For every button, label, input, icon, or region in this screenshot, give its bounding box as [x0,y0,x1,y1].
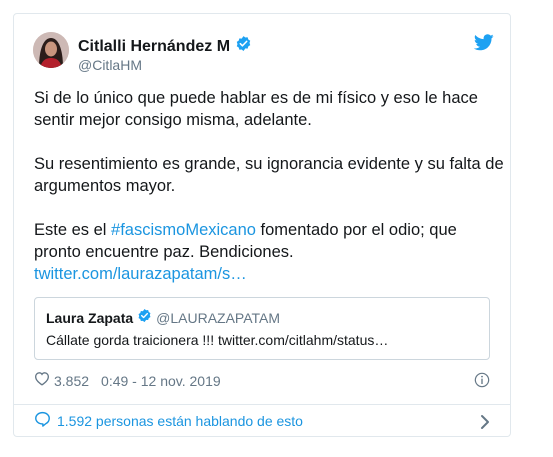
tweet-timestamp[interactable]: 0:49 - 12 nov. 2019 [101,372,221,390]
quoted-tweet-text: Cállate gorda traicionera !!! twitter.co… [46,332,389,348]
quoted-author-name: Laura Zapata [46,309,134,326]
url-link[interactable]: twitter.com/laurazapatam/s… [34,265,247,283]
conversation-link[interactable]: 1.592 personas están hablando de esto [34,411,303,431]
paragraph-text: Este es el [34,221,112,239]
avatar[interactable] [33,32,69,68]
conversation-count[interactable]: 1.592 personas están hablando de esto [57,412,303,430]
author-name[interactable]: Citlalli Hernández M [78,37,230,57]
tweet-card: Citlalli Hernández M @CitlaHM Si de lo ú… [13,13,511,437]
heart-icon[interactable] [34,371,50,390]
info-icon[interactable] [474,372,490,393]
speech-bubble-icon [34,411,51,431]
like-count[interactable]: 3.852 [54,372,89,390]
tweet-paragraph-3: Este es el #fascismoMexicano fomentado p… [34,219,504,285]
verified-badge-icon [235,35,252,58]
hashtag-link[interactable]: #fascismoMexicano [111,221,256,239]
quoted-tweet-header: Laura Zapata @LAURAZAPATAM [46,308,280,327]
verified-badge-icon [137,308,152,327]
chevron-right-icon[interactable] [480,414,490,435]
quoted-author-handle: @LAURAZAPATAM [156,309,281,326]
tweet-meta: 3.852 0:49 - 12 nov. 2019 [34,371,221,390]
divider [14,404,510,405]
author-handle[interactable]: @CitlaHM [78,56,142,74]
tweet-paragraph-2: Su resentimiento es grande, su ignoranci… [34,155,504,195]
tweet-text: Si de lo único que puede hablar es de mi… [34,87,504,285]
author-name-row[interactable]: Citlalli Hernández M [78,35,252,58]
twitter-bird-icon[interactable] [473,34,494,56]
tweet-paragraph-1: Si de lo único que puede hablar es de mi… [34,89,478,129]
quoted-tweet[interactable]: Laura Zapata @LAURAZAPATAM Cállate gorda… [34,297,490,360]
